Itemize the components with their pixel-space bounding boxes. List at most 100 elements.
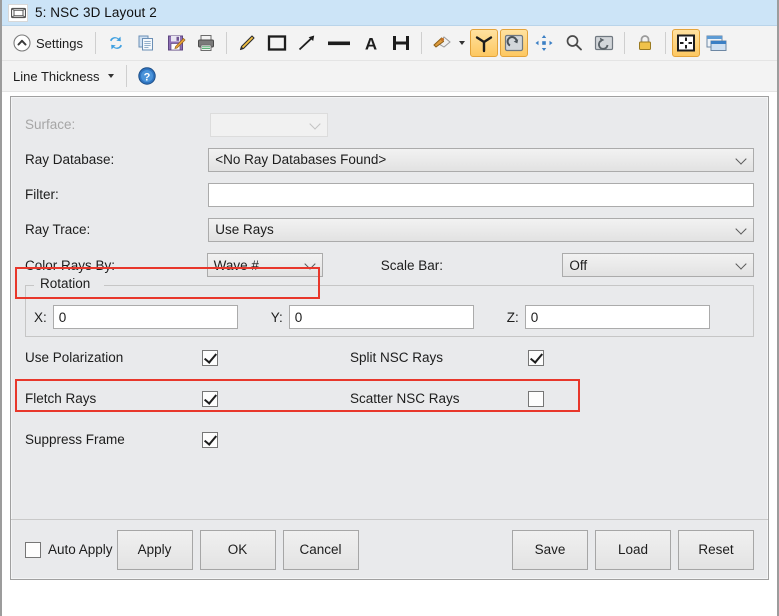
- scale-bar-label: Scale Bar:: [381, 258, 563, 273]
- axes-tripod-icon[interactable]: [470, 29, 498, 57]
- chevron-down-icon: [735, 153, 746, 164]
- toolbar-secondary: Line Thickness ?: [2, 61, 777, 92]
- refresh-icon[interactable]: [102, 29, 130, 57]
- ray-database-value: <No Ray Databases Found>: [215, 152, 386, 167]
- scatter-nsc-rays-label: Scatter NSC Rays: [350, 391, 528, 406]
- scale-bar-value: Off: [569, 258, 587, 273]
- auto-apply-group[interactable]: Auto Apply: [25, 542, 113, 558]
- auto-apply-checkbox[interactable]: [25, 542, 41, 558]
- settings-label: Settings: [36, 36, 83, 51]
- toolbar-separator: [624, 32, 625, 54]
- rotation-x-input[interactable]: 0: [53, 305, 238, 329]
- rotation-z-input[interactable]: 0: [525, 305, 710, 329]
- ray-database-dropdown[interactable]: <No Ray Databases Found>: [208, 148, 754, 172]
- window-title: 5: NSC 3D Layout 2: [35, 5, 157, 20]
- rotation-y-input[interactable]: 0: [289, 305, 474, 329]
- rotation-group: Rotation X: 0 Y: 0 Z: 0: [25, 285, 754, 337]
- svg-text:?: ?: [144, 71, 151, 83]
- toolbar-separator: [665, 32, 666, 54]
- row-surface: Surface:: [25, 107, 754, 142]
- copy-icon[interactable]: [132, 29, 160, 57]
- fit-window-icon[interactable]: [672, 29, 700, 57]
- rotation-group-title: Rotation: [36, 276, 94, 291]
- filter-label: Filter:: [25, 187, 208, 202]
- row-ray-trace: Ray Trace: Use Rays: [25, 212, 754, 247]
- scatter-nsc-rays-checkbox[interactable]: [528, 391, 544, 407]
- row-ray-database: Ray Database: <No Ray Databases Found>: [25, 142, 754, 177]
- ok-button[interactable]: OK: [200, 530, 276, 570]
- row-fletch-rays: Fletch Rays Scatter NSC Rays: [25, 378, 754, 419]
- text-a-icon[interactable]: A: [357, 29, 385, 57]
- chevron-down-icon: [735, 223, 746, 234]
- rotate-object-icon[interactable]: [428, 29, 468, 57]
- help-icon[interactable]: ?: [133, 62, 161, 90]
- thick-line-icon[interactable]: [323, 29, 355, 57]
- line-thickness-label: Line Thickness: [13, 69, 99, 84]
- auto-apply-label: Auto Apply: [48, 542, 113, 557]
- settings-form: Surface: Ray Database: <No Ray Databases…: [11, 97, 768, 460]
- color-rays-by-value: Wave #: [214, 258, 259, 273]
- ray-trace-dropdown[interactable]: Use Rays: [208, 218, 754, 242]
- fletch-rays-label: Fletch Rays: [25, 391, 202, 406]
- rotation-y-value: 0: [295, 310, 303, 325]
- toolbar-separator: [95, 32, 96, 54]
- layout-cube-icon: [8, 4, 28, 22]
- chevron-down-icon[interactable]: [459, 41, 465, 45]
- toolbar-primary: Settings: [2, 26, 777, 61]
- chevron-down-icon[interactable]: [108, 74, 114, 78]
- toolbar-separator: [126, 65, 127, 87]
- zoom-icon[interactable]: [560, 29, 588, 57]
- dimension-icon[interactable]: [387, 29, 415, 57]
- toolbar-separator: [421, 32, 422, 54]
- save-button[interactable]: Save: [512, 530, 588, 570]
- apply-button[interactable]: Apply: [117, 530, 193, 570]
- split-nsc-rays-checkbox[interactable]: [528, 350, 544, 366]
- load-button[interactable]: Load: [595, 530, 671, 570]
- color-rays-by-label: Color Rays By:: [25, 258, 207, 273]
- use-polarization-label: Use Polarization: [25, 350, 202, 365]
- dialog-button-bar: Auto Apply Apply OK Cancel Save Load Res…: [11, 519, 768, 579]
- svg-text:A: A: [365, 35, 377, 54]
- suppress-frame-label: Suppress Frame: [25, 432, 202, 447]
- filter-input[interactable]: [208, 183, 754, 207]
- chevron-down-icon: [309, 118, 320, 129]
- rotation-x-label: X:: [34, 310, 47, 325]
- row-filter: Filter:: [25, 177, 754, 212]
- window-titlebar: 5: NSC 3D Layout 2: [2, 0, 777, 26]
- rotate-continuous-icon[interactable]: [500, 29, 528, 57]
- reset-button[interactable]: Reset: [678, 530, 754, 570]
- rotation-y-label: Y:: [271, 310, 283, 325]
- settings-panel: Surface: Ray Database: <No Ray Databases…: [10, 96, 769, 580]
- lock-icon[interactable]: [631, 29, 659, 57]
- use-polarization-checkbox[interactable]: [202, 350, 218, 366]
- chevron-down-icon: [304, 258, 315, 269]
- rotation-fields: X: 0 Y: 0 Z: 0: [26, 285, 753, 329]
- surface-dropdown[interactable]: [210, 113, 328, 137]
- pan-icon[interactable]: [530, 29, 558, 57]
- suppress-frame-checkbox[interactable]: [202, 432, 218, 448]
- arrow-icon[interactable]: [293, 29, 321, 57]
- save-image-icon[interactable]: [162, 29, 190, 57]
- rotation-z-value: 0: [531, 310, 539, 325]
- cancel-button[interactable]: Cancel: [283, 530, 359, 570]
- row-polarization: Use Polarization Split NSC Rays: [25, 337, 754, 378]
- rectangle-icon[interactable]: [263, 29, 291, 57]
- row-color-rays-by: Color Rays By: Wave # Scale Bar: Off: [25, 247, 754, 283]
- line-thickness-menu[interactable]: Line Thickness: [7, 62, 120, 90]
- fletch-rays-checkbox[interactable]: [202, 391, 218, 407]
- rotation-x-value: 0: [59, 310, 67, 325]
- scale-bar-dropdown[interactable]: Off: [562, 253, 754, 277]
- color-rays-by-dropdown[interactable]: Wave #: [207, 253, 323, 277]
- chevron-down-icon: [735, 258, 746, 269]
- nsc-3d-layout-window: 5: NSC 3D Layout 2 Settings: [0, 0, 779, 616]
- toolbar-separator: [226, 32, 227, 54]
- surface-label: Surface:: [25, 117, 210, 132]
- rotation-z-label: Z:: [507, 310, 519, 325]
- print-icon[interactable]: [192, 29, 220, 57]
- pencil-icon[interactable]: [233, 29, 261, 57]
- settings-toggle-button[interactable]: Settings: [7, 29, 89, 57]
- ray-trace-value: Use Rays: [215, 222, 274, 237]
- split-nsc-rays-label: Split NSC Rays: [350, 350, 528, 365]
- reset-view-icon[interactable]: [590, 29, 618, 57]
- windows-icon[interactable]: [702, 29, 730, 57]
